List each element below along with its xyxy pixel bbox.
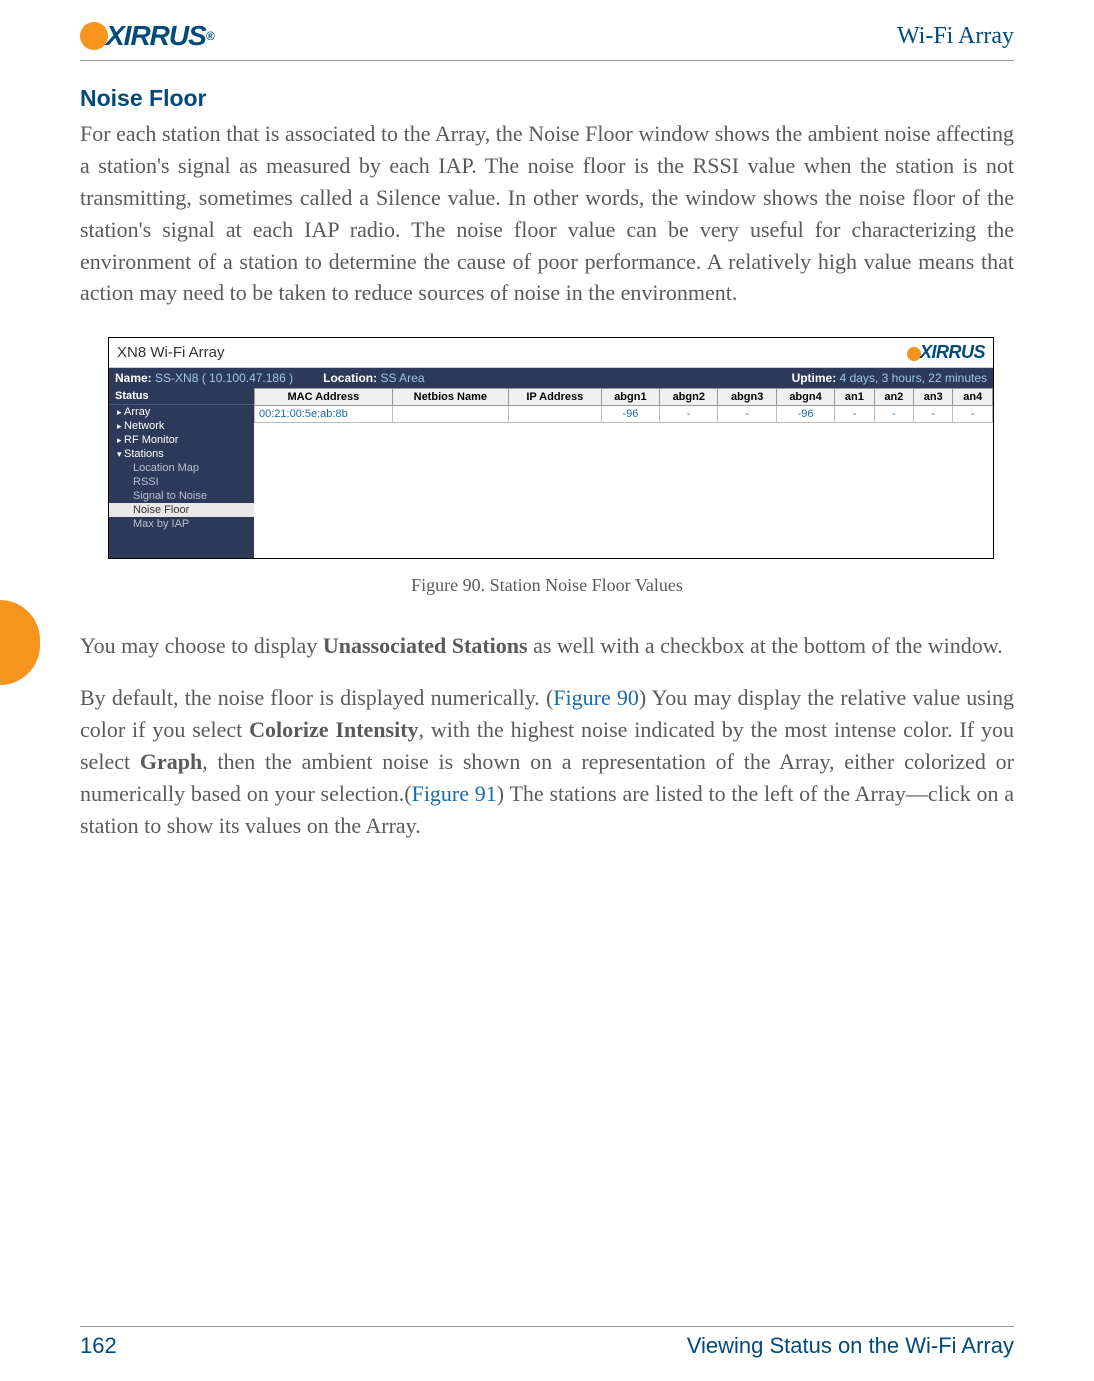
cell-an2: - (874, 406, 913, 423)
col-abgn4[interactable]: abgn4 (776, 389, 834, 406)
figure-brand-logo: XIRRUS (907, 342, 985, 363)
status-location: Location: SS Area (323, 371, 424, 385)
sidebar-header: Status (109, 388, 254, 405)
cell-an4: - (953, 406, 993, 423)
page-footer: 162 Viewing Status on the Wi-Fi Array (80, 1326, 1014, 1359)
link-figure90[interactable]: Figure 90 (553, 685, 639, 710)
col-abgn3[interactable]: abgn3 (718, 389, 776, 406)
cell-abgn3: - (718, 406, 776, 423)
figure-screenshot: XN8 Wi-Fi Array XIRRUS Name: SS-XN8 ( 10… (108, 337, 994, 559)
logo-dot-icon (907, 347, 921, 361)
footer-section-title: Viewing Status on the Wi-Fi Array (687, 1333, 1014, 1359)
sidebar-item-array[interactable]: Array (109, 405, 254, 419)
paragraph-display-options: By default, the noise floor is displayed… (80, 682, 1014, 841)
col-an2[interactable]: an2 (874, 389, 913, 406)
sidebar-item-stations[interactable]: Stations (109, 447, 254, 461)
sidebar-sub-rssi[interactable]: RSSI (109, 475, 254, 489)
cell-mac: 00:21:00:5e:ab:8b (255, 406, 393, 423)
header-product: Wi-Fi Array (897, 23, 1014, 50)
table-row[interactable]: 00:21:00:5e:ab:8b -96 - - -96 - - - - (255, 406, 993, 423)
col-ip[interactable]: IP Address (508, 389, 601, 406)
cell-abgn2: - (660, 406, 718, 423)
figure-app-title: XN8 Wi-Fi Array (117, 344, 225, 361)
noise-floor-table: MAC Address Netbios Name IP Address abgn… (254, 388, 993, 423)
sidebar-sub-maxbyiap[interactable]: Max by IAP (109, 517, 254, 531)
col-abgn1[interactable]: abgn1 (601, 389, 659, 406)
col-an3[interactable]: an3 (914, 389, 953, 406)
cell-an3: - (914, 406, 953, 423)
sidebar-sub-noisefloor[interactable]: Noise Floor (109, 503, 254, 517)
brand-text: XIRRUS (106, 20, 206, 52)
sidebar-item-network[interactable]: Network (109, 419, 254, 433)
col-mac[interactable]: MAC Address (255, 389, 393, 406)
brand-logo: XIRRUS® (80, 20, 214, 52)
cell-ip (508, 406, 601, 423)
cell-abgn4: -96 (776, 406, 834, 423)
figure-status-bar: Name: SS-XN8 ( 10.100.47.186 ) Location:… (109, 368, 993, 388)
col-an4[interactable]: an4 (953, 389, 993, 406)
cell-netbios (392, 406, 508, 423)
paragraph-unassociated: You may choose to display Unassociated S… (80, 630, 1014, 662)
figure-sidebar: Status Array Network RF Monitor Stations… (109, 388, 254, 558)
table-header-row: MAC Address Netbios Name IP Address abgn… (255, 389, 993, 406)
status-uptime: Uptime: 4 days, 3 hours, 22 minutes (792, 371, 987, 385)
section-title: Noise Floor (80, 85, 1014, 112)
col-abgn2[interactable]: abgn2 (660, 389, 718, 406)
figure-content: MAC Address Netbios Name IP Address abgn… (254, 388, 993, 558)
sidebar-sub-signaltonoise[interactable]: Signal to Noise (109, 489, 254, 503)
footer-page-number: 162 (80, 1333, 117, 1359)
col-netbios[interactable]: Netbios Name (392, 389, 508, 406)
sidebar-sub-locationmap[interactable]: Location Map (109, 461, 254, 475)
sidebar-item-rfmonitor[interactable]: RF Monitor (109, 433, 254, 447)
status-name: Name: SS-XN8 ( 10.100.47.186 ) (115, 371, 293, 385)
paragraph-intro: For each station that is associated to t… (80, 118, 1014, 309)
figure-caption: Figure 90. Station Noise Floor Values (80, 575, 1014, 596)
cell-abgn1: -96 (601, 406, 659, 423)
logo-dot-icon (80, 22, 108, 50)
col-an1[interactable]: an1 (835, 389, 874, 406)
link-figure91[interactable]: Figure 91 (412, 781, 497, 806)
page-header: XIRRUS® Wi-Fi Array (80, 20, 1014, 61)
cell-an1: - (835, 406, 874, 423)
figure-titlebar: XN8 Wi-Fi Array XIRRUS (109, 338, 993, 368)
